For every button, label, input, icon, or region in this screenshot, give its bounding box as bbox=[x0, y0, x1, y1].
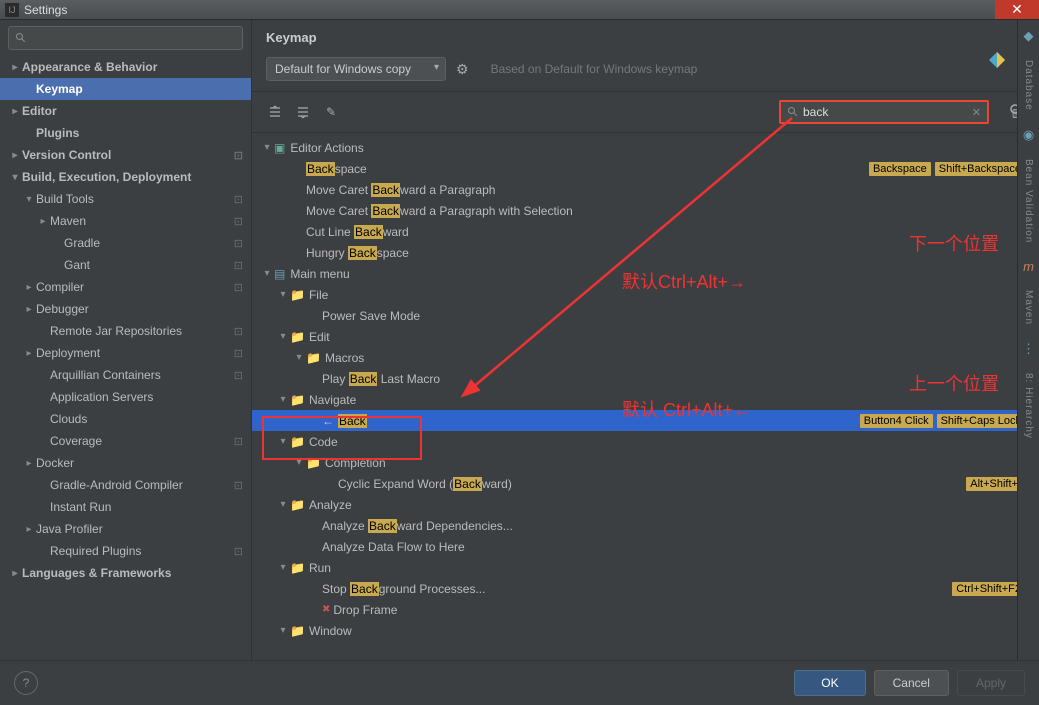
sidebar-item-deployment[interactable]: ▸Deployment⊡ bbox=[0, 342, 251, 364]
tree-row[interactable]: Cyclic Expand Word (Backward)Alt+Shift+/ bbox=[252, 473, 1039, 494]
scheme-combo[interactable]: Default for Windows copy bbox=[266, 57, 446, 81]
tree-row[interactable]: ▾📁Window bbox=[252, 620, 1039, 641]
window-title: Settings bbox=[24, 3, 67, 17]
sidebar-item-version-control[interactable]: ▸Version Control⊡ bbox=[0, 144, 251, 166]
bean-icon[interactable]: ◉ bbox=[1023, 127, 1034, 143]
sidebar-item-gant[interactable]: Gant⊡ bbox=[0, 254, 251, 276]
tree-row[interactable]: Move Caret Backward a Paragraph with Sel… bbox=[252, 200, 1039, 221]
sidebar-item-java-profiler[interactable]: ▸Java Profiler bbox=[0, 518, 251, 540]
tree-row[interactable]: ▾📁Navigate bbox=[252, 389, 1039, 410]
clear-search-icon[interactable]: ✕ bbox=[972, 106, 981, 119]
settings-sidebar: ▸Appearance & BehaviorKeymap▸EditorPlugi… bbox=[0, 20, 252, 660]
sidebar-item-remote-jar-repositories[interactable]: Remote Jar Repositories⊡ bbox=[0, 320, 251, 342]
action-search-input[interactable] bbox=[803, 105, 972, 119]
sidebar-item-clouds[interactable]: Clouds bbox=[0, 408, 251, 430]
tree-row[interactable]: ▾📁Code bbox=[252, 431, 1039, 452]
sidebar-item-docker[interactable]: ▸Docker bbox=[0, 452, 251, 474]
sidebar-item-editor[interactable]: ▸Editor bbox=[0, 100, 251, 122]
tree-row[interactable]: ▾▤Main menu bbox=[252, 263, 1039, 284]
content-panel: Keymap Default for Windows copy ⚙ Based … bbox=[252, 20, 1039, 660]
dialog-footer: ? OK Cancel Apply bbox=[0, 660, 1039, 704]
cancel-button[interactable]: Cancel bbox=[874, 670, 949, 696]
settings-nav-list: ▸Appearance & BehaviorKeymap▸EditorPlugi… bbox=[0, 56, 251, 660]
sidebar-item-arquillian-containers[interactable]: Arquillian Containers⊡ bbox=[0, 364, 251, 386]
tree-row[interactable]: ←BackButton4 ClickShift+Caps Lock bbox=[252, 410, 1039, 431]
tree-row[interactable]: ▾📁Analyze bbox=[252, 494, 1039, 515]
tree-row[interactable]: Analyze Backward Dependencies... bbox=[252, 515, 1039, 536]
tree-row[interactable]: ▾▣Editor Actions bbox=[252, 137, 1039, 158]
titlebar: IJ Settings ✕ bbox=[0, 0, 1039, 20]
tree-row[interactable]: BackspaceBackspaceShift+Backspace bbox=[252, 158, 1039, 179]
sidebar-item-gradle-android-compiler[interactable]: Gradle-Android Compiler⊡ bbox=[0, 474, 251, 496]
settings-search[interactable] bbox=[8, 26, 243, 50]
apply-button[interactable]: Apply bbox=[957, 670, 1025, 696]
keymap-tree[interactable]: ▾▣Editor ActionsBackspaceBackspaceShift+… bbox=[252, 133, 1039, 660]
keymap-actions: ✎ ✕ ⌨ bbox=[252, 92, 1039, 133]
keymap-toolbar: Default for Windows copy ⚙ Based on Defa… bbox=[252, 51, 1039, 92]
edit-icon[interactable]: ✎ bbox=[322, 103, 340, 121]
sidebar-item-build-execution-deployment[interactable]: ▾Build, Execution, Deployment bbox=[0, 166, 251, 188]
hierarchy-icon[interactable]: ⋮ bbox=[1022, 341, 1035, 357]
database-icon[interactable]: ◆ bbox=[1024, 28, 1034, 44]
sidebar-item-build-tools[interactable]: ▾Build Tools⊡ bbox=[0, 188, 251, 210]
sidebar-item-compiler[interactable]: ▸Compiler⊡ bbox=[0, 276, 251, 298]
tree-row[interactable]: Move Caret Backward a Paragraph bbox=[252, 179, 1039, 200]
sidebar-item-required-plugins[interactable]: Required Plugins⊡ bbox=[0, 540, 251, 562]
strip-bean[interactable]: Bean Validation bbox=[1023, 159, 1034, 243]
sidebar-item-instant-run[interactable]: Instant Run bbox=[0, 496, 251, 518]
based-on-label: Based on Default for Windows keymap bbox=[491, 62, 698, 76]
app-icon: IJ bbox=[5, 3, 19, 17]
strip-maven[interactable]: Maven bbox=[1023, 290, 1034, 325]
sidebar-item-plugins[interactable]: Plugins bbox=[0, 122, 251, 144]
tree-row[interactable]: Hungry Backspace bbox=[252, 242, 1039, 263]
strip-database[interactable]: Database bbox=[1023, 60, 1034, 111]
action-search[interactable]: ✕ bbox=[779, 100, 989, 124]
tree-row[interactable]: Power Save Mode bbox=[252, 305, 1039, 326]
right-tool-strip: ◆ Database ◉ Bean Validation m Maven ⋮ 8… bbox=[1017, 20, 1039, 660]
tree-row[interactable]: ▾📁File bbox=[252, 284, 1039, 305]
sidebar-item-application-servers[interactable]: Application Servers bbox=[0, 386, 251, 408]
tree-row[interactable]: Cut Line Backward bbox=[252, 221, 1039, 242]
sidebar-item-languages-frameworks[interactable]: ▸Languages & Frameworks bbox=[0, 562, 251, 584]
tree-row[interactable]: ✖Drop Frame bbox=[252, 599, 1039, 620]
search-icon bbox=[15, 32, 27, 44]
maven-icon[interactable]: m bbox=[1023, 259, 1034, 274]
ok-button[interactable]: OK bbox=[794, 670, 865, 696]
scheme-gear-icon[interactable]: ⚙ bbox=[454, 59, 471, 80]
tree-row[interactable]: ▾📁Edit bbox=[252, 326, 1039, 347]
page-title: Keymap bbox=[252, 20, 1039, 51]
help-button[interactable]: ? bbox=[14, 671, 38, 695]
collapse-all-icon[interactable] bbox=[294, 103, 312, 121]
tree-row[interactable]: ▾📁Completion bbox=[252, 452, 1039, 473]
tree-row[interactable]: Stop Background Processes...Ctrl+Shift+F… bbox=[252, 578, 1039, 599]
tree-row[interactable]: ▾📁Run bbox=[252, 557, 1039, 578]
tree-row[interactable]: Analyze Data Flow to Here bbox=[252, 536, 1039, 557]
sidebar-item-appearance-behavior[interactable]: ▸Appearance & Behavior bbox=[0, 56, 251, 78]
sidebar-item-gradle[interactable]: Gradle⊡ bbox=[0, 232, 251, 254]
close-button[interactable]: ✕ bbox=[995, 0, 1039, 19]
tree-row[interactable]: ▾📁Macros bbox=[252, 347, 1039, 368]
search-icon bbox=[787, 106, 799, 118]
plugin-logo-icon bbox=[987, 50, 1007, 70]
sidebar-item-maven[interactable]: ▸Maven⊡ bbox=[0, 210, 251, 232]
sidebar-item-coverage[interactable]: Coverage⊡ bbox=[0, 430, 251, 452]
tree-row[interactable]: Play Back Last Macro bbox=[252, 368, 1039, 389]
sidebar-item-debugger[interactable]: ▸Debugger bbox=[0, 298, 251, 320]
sidebar-item-keymap[interactable]: Keymap bbox=[0, 78, 251, 100]
expand-all-icon[interactable] bbox=[266, 103, 284, 121]
strip-hierarchy[interactable]: 8: Hierarchy bbox=[1023, 373, 1034, 439]
